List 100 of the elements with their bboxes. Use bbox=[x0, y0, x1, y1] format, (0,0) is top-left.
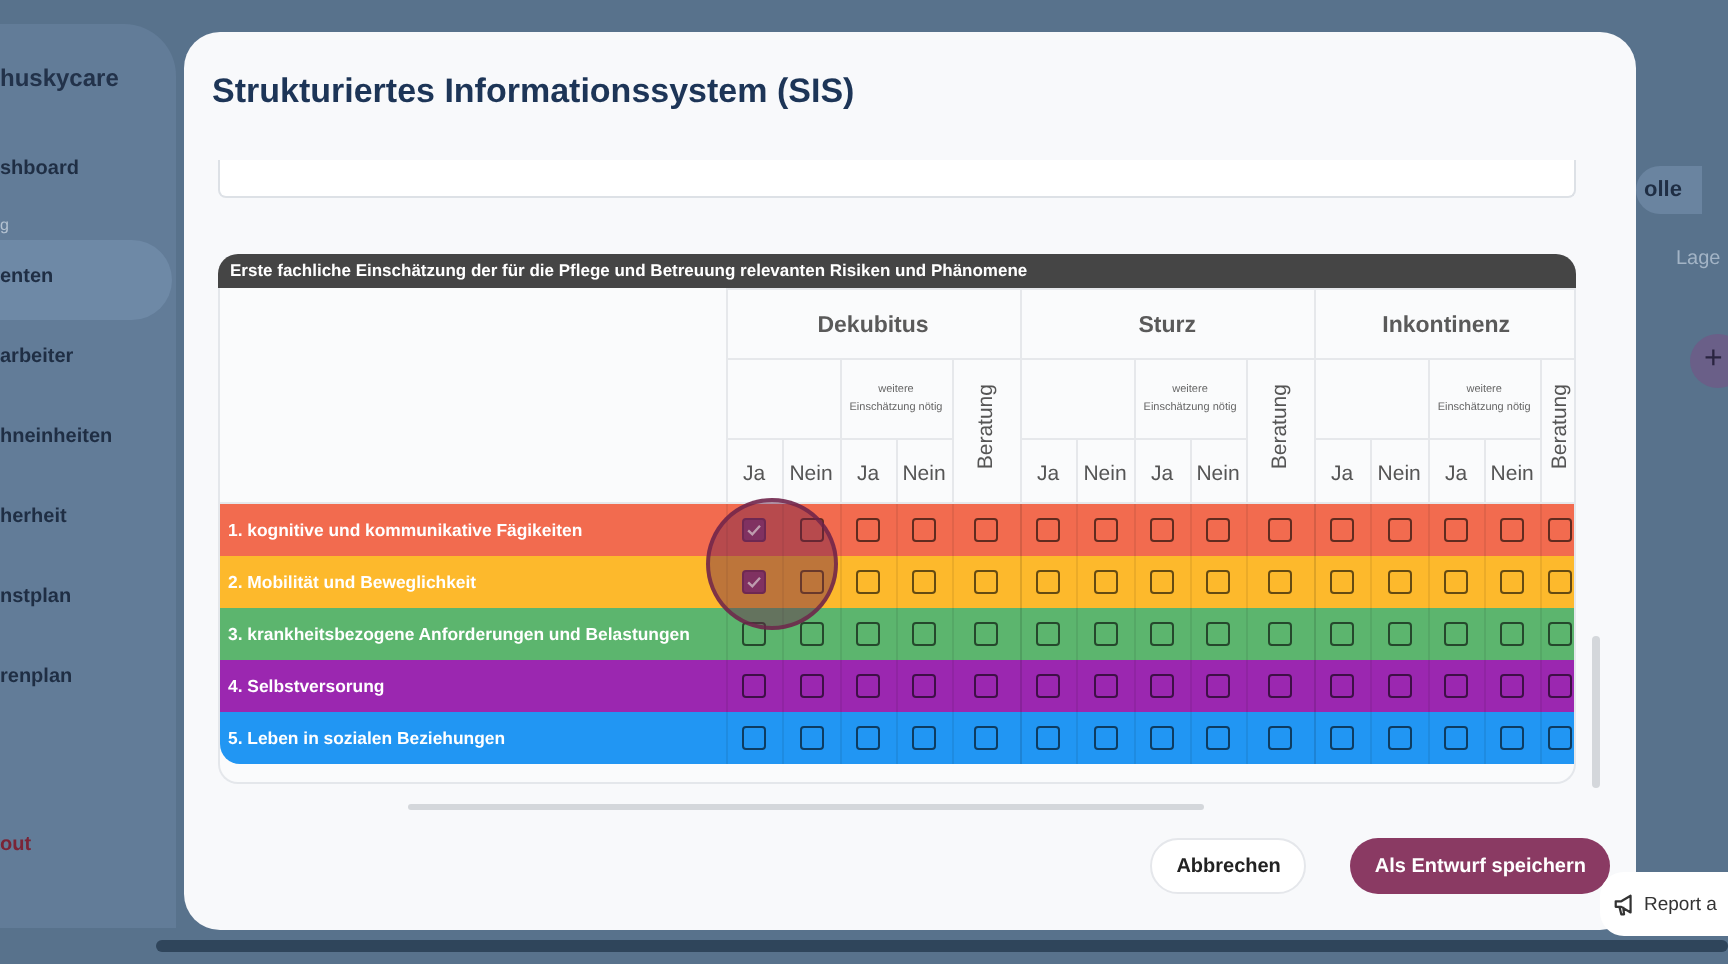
checkbox[interactable] bbox=[1547, 673, 1572, 698]
checkbox[interactable] bbox=[856, 621, 880, 646]
checkbox[interactable] bbox=[799, 517, 823, 542]
checkbox[interactable] bbox=[1206, 725, 1231, 750]
checkbox[interactable] bbox=[1150, 517, 1175, 542]
checkbox[interactable] bbox=[1150, 569, 1175, 594]
checkbox[interactable] bbox=[1547, 621, 1572, 646]
checkbox[interactable] bbox=[1500, 517, 1525, 542]
checkbox[interactable] bbox=[974, 725, 999, 750]
checkbox[interactable] bbox=[974, 569, 999, 594]
checkbox[interactable] bbox=[1547, 725, 1572, 750]
checkbox[interactable] bbox=[1444, 673, 1469, 698]
sidebar-item[interactable]: hneinheiten bbox=[0, 400, 172, 480]
add-button[interactable]: + bbox=[1690, 334, 1728, 388]
checkbox[interactable] bbox=[912, 621, 936, 646]
checkbox[interactable] bbox=[1268, 569, 1293, 594]
checkbox[interactable] bbox=[799, 725, 823, 750]
checkbox[interactable] bbox=[974, 621, 999, 646]
checkbox[interactable] bbox=[1093, 725, 1118, 750]
cancel-button[interactable]: Abbrechen bbox=[1150, 838, 1307, 894]
checkbox[interactable] bbox=[1444, 569, 1469, 594]
checkbox[interactable] bbox=[742, 569, 766, 594]
row-label: 4. Selbstversorung bbox=[220, 660, 726, 712]
sidebar-item[interactable]: herheit bbox=[0, 480, 172, 560]
checkbox[interactable] bbox=[1500, 621, 1525, 646]
checkbox[interactable] bbox=[856, 673, 880, 698]
column-group-header: Sturz bbox=[1138, 314, 1196, 338]
sidebar-item[interactable]: out bbox=[0, 808, 172, 888]
sidebar-item[interactable]: renplan bbox=[0, 640, 172, 720]
checkbox[interactable] bbox=[912, 673, 936, 698]
page-scrollbar[interactable] bbox=[156, 940, 1728, 952]
checkbox[interactable] bbox=[1387, 725, 1412, 750]
checkbox[interactable] bbox=[1387, 621, 1412, 646]
checkbox[interactable] bbox=[974, 517, 999, 542]
checkbox[interactable] bbox=[1093, 569, 1118, 594]
checkbox[interactable] bbox=[1268, 621, 1293, 646]
checkbox[interactable] bbox=[1206, 621, 1231, 646]
checkbox[interactable] bbox=[974, 673, 999, 698]
save-draft-button[interactable]: Als Entwurf speichern bbox=[1350, 838, 1610, 894]
sidebar-item[interactable]: enten bbox=[0, 240, 172, 320]
checkbox[interactable] bbox=[742, 517, 766, 542]
checkbox[interactable] bbox=[1036, 621, 1061, 646]
sidebar-item[interactable]: shboard bbox=[0, 132, 172, 212]
checkbox[interactable] bbox=[856, 517, 880, 542]
checkbox[interactable] bbox=[1547, 569, 1572, 594]
checkbox[interactable] bbox=[1268, 725, 1293, 750]
checkbox[interactable] bbox=[1444, 517, 1469, 542]
checkbox[interactable] bbox=[799, 673, 823, 698]
horizontal-scrollbar[interactable] bbox=[408, 804, 1204, 810]
column-header: Nein bbox=[902, 461, 946, 485]
checkbox[interactable] bbox=[1150, 621, 1175, 646]
checkbox[interactable] bbox=[1500, 569, 1525, 594]
checkbox[interactable] bbox=[1387, 569, 1412, 594]
checkbox[interactable] bbox=[912, 517, 936, 542]
checkbox[interactable] bbox=[1036, 569, 1061, 594]
checkbox[interactable] bbox=[1093, 517, 1118, 542]
column-header: Beratung bbox=[1547, 383, 1572, 469]
checkbox[interactable] bbox=[1387, 673, 1412, 698]
checkbox[interactable] bbox=[742, 725, 766, 750]
checkbox[interactable] bbox=[1093, 673, 1118, 698]
column-header: Nein bbox=[1196, 461, 1240, 485]
checkbox[interactable] bbox=[1036, 725, 1061, 750]
sidebar-item[interactable]: nstplan bbox=[0, 560, 172, 640]
checkbox[interactable] bbox=[1444, 621, 1469, 646]
checkbox[interactable] bbox=[1206, 517, 1231, 542]
role-button[interactable]: olle bbox=[1636, 166, 1702, 214]
checkbox[interactable] bbox=[1387, 517, 1412, 542]
checkbox[interactable] bbox=[912, 725, 936, 750]
checkbox[interactable] bbox=[1330, 621, 1355, 646]
report-button[interactable]: Report a bbox=[1600, 872, 1728, 936]
vertical-scrollbar[interactable] bbox=[1592, 636, 1600, 788]
checkbox[interactable] bbox=[742, 621, 766, 646]
checkbox[interactable] bbox=[1036, 517, 1061, 542]
checkbox[interactable] bbox=[1150, 725, 1175, 750]
checkbox[interactable] bbox=[1206, 673, 1231, 698]
checkbox[interactable] bbox=[1330, 569, 1355, 594]
checkbox[interactable] bbox=[1268, 673, 1293, 698]
checkbox[interactable] bbox=[912, 569, 936, 594]
checkbox[interactable] bbox=[1330, 725, 1355, 750]
checkbox[interactable] bbox=[1500, 725, 1525, 750]
column-header: Ja bbox=[742, 461, 766, 485]
checkbox[interactable] bbox=[856, 569, 880, 594]
checkbox[interactable] bbox=[1093, 621, 1118, 646]
checkbox[interactable] bbox=[799, 569, 823, 594]
checkbox[interactable] bbox=[1330, 517, 1355, 542]
checkbox[interactable] bbox=[1036, 673, 1061, 698]
checkbox[interactable] bbox=[1268, 517, 1293, 542]
checkbox[interactable] bbox=[799, 621, 823, 646]
checkbox[interactable] bbox=[856, 725, 880, 750]
checkbox[interactable] bbox=[1330, 673, 1355, 698]
column-header: Nein bbox=[1490, 461, 1534, 485]
checkbox[interactable] bbox=[1444, 725, 1469, 750]
checkbox[interactable] bbox=[742, 673, 766, 698]
column-header: Nein bbox=[1377, 461, 1421, 485]
checkbox[interactable] bbox=[1500, 673, 1525, 698]
sidebar-item[interactable]: arbeiter bbox=[0, 320, 172, 400]
checkbox[interactable] bbox=[1206, 569, 1231, 594]
checkbox[interactable] bbox=[1150, 673, 1175, 698]
click-highlight bbox=[706, 498, 838, 630]
checkbox[interactable] bbox=[1547, 517, 1572, 542]
